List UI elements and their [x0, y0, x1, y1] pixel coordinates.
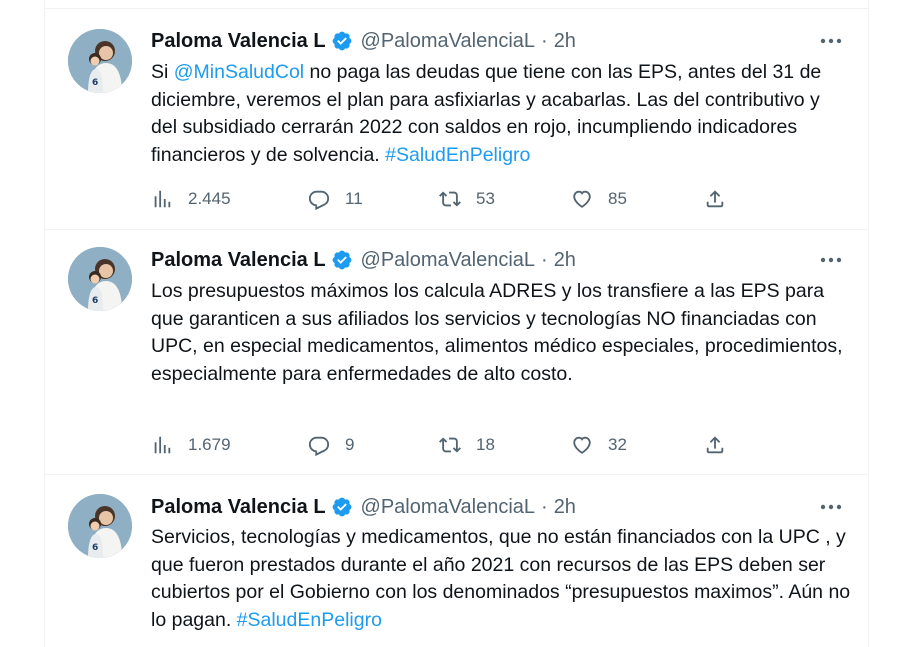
like-button[interactable]: 85	[571, 186, 627, 212]
reply-icon	[308, 190, 330, 210]
reply-count: 9	[345, 435, 355, 454]
like-count: 85	[608, 189, 627, 208]
verified-badge-icon	[331, 30, 353, 52]
svg-text:6: 6	[92, 543, 98, 553]
timestamp[interactable]: 2h	[554, 249, 576, 272]
share-icon	[706, 190, 724, 208]
tweet[interactable]: 6 Paloma Valencia L @PalomaValenciaL · 2…	[45, 475, 868, 647]
views-count: 1.679	[188, 435, 231, 454]
tweet-header: Paloma Valencia L @PalomaValenciaL · 2h	[151, 494, 576, 520]
timeline-column: 6 Paloma Valencia L @PalomaValenciaL · 2…	[44, 0, 869, 647]
more-options-icon[interactable]	[818, 247, 844, 273]
svg-text:6: 6	[92, 78, 98, 88]
timestamp[interactable]: 2h	[554, 496, 576, 519]
separator-dot: ·	[541, 29, 548, 52]
like-button[interactable]: 32	[571, 432, 627, 458]
retweet-count: 18	[476, 435, 495, 454]
tweet[interactable]: 6 Paloma Valencia L @PalomaValenciaL · 2…	[45, 230, 868, 475]
tweet-actions: 2.445 11 53 85	[151, 186, 751, 212]
tweet-text: Servicios, tecnologías y medicamentos, q…	[151, 524, 851, 634]
avatar[interactable]: 6	[68, 494, 132, 558]
share-button[interactable]	[704, 432, 741, 458]
retweet-icon	[439, 191, 461, 207]
reply-button[interactable]: 9	[308, 432, 354, 458]
author-handle[interactable]: @PalomaValenciaL	[361, 249, 535, 272]
reply-icon	[308, 436, 330, 456]
text-segment: Los presupuestos máximos los calcula ADR…	[151, 280, 843, 385]
share-icon	[706, 436, 724, 454]
tweet[interactable]: 6 Paloma Valencia L @PalomaValenciaL · 2…	[45, 9, 868, 230]
views-button[interactable]: 1.679	[151, 432, 231, 458]
analytics-icon	[154, 436, 171, 454]
verified-badge-icon	[331, 496, 353, 518]
reply-count: 11	[345, 189, 363, 208]
tweet-text: Los presupuestos máximos los calcula ADR…	[151, 278, 851, 388]
heart-icon	[573, 436, 591, 454]
views-button[interactable]: 2.445	[151, 186, 231, 212]
like-count: 32	[608, 435, 627, 454]
hashtag-link[interactable]: #SaludEnPeligro	[385, 144, 530, 166]
tweet-text: Si @MinSaludCol no paga las deudas que t…	[151, 59, 851, 169]
hashtag-link[interactable]: #SaludEnPeligro	[237, 609, 382, 631]
text-segment: Si	[151, 61, 174, 83]
author-name[interactable]: Paloma Valencia L	[151, 496, 326, 519]
author-name[interactable]: Paloma Valencia L	[151, 249, 326, 272]
author-name[interactable]: Paloma Valencia L	[151, 30, 326, 53]
avatar[interactable]: 6	[68, 29, 132, 93]
separator-dot: ·	[541, 495, 548, 518]
reply-button[interactable]: 11	[308, 186, 363, 212]
retweet-count: 53	[476, 189, 495, 208]
author-handle[interactable]: @PalomaValenciaL	[361, 496, 535, 519]
avatar[interactable]: 6	[68, 247, 132, 311]
author-handle[interactable]: @PalomaValenciaL	[361, 30, 535, 53]
mention-link[interactable]: @MinSaludCol	[174, 61, 304, 83]
more-options-icon[interactable]	[818, 28, 844, 54]
analytics-icon	[154, 190, 171, 208]
share-button[interactable]	[704, 186, 741, 212]
retweet-button[interactable]: 53	[439, 186, 495, 212]
svg-text:6: 6	[92, 296, 98, 306]
heart-icon	[573, 190, 591, 208]
separator-dot: ·	[541, 248, 548, 271]
tweet-header: Paloma Valencia L @PalomaValenciaL · 2h	[151, 247, 576, 273]
retweet-button[interactable]: 18	[439, 432, 495, 458]
timestamp[interactable]: 2h	[554, 30, 576, 53]
retweet-icon	[439, 437, 461, 453]
tweet-header: Paloma Valencia L @PalomaValenciaL · 2h	[151, 28, 576, 54]
tweet-actions: 1.679 9 18 32	[151, 432, 751, 458]
verified-badge-icon	[331, 249, 353, 271]
views-count: 2.445	[188, 189, 231, 208]
more-options-icon[interactable]	[818, 494, 844, 520]
